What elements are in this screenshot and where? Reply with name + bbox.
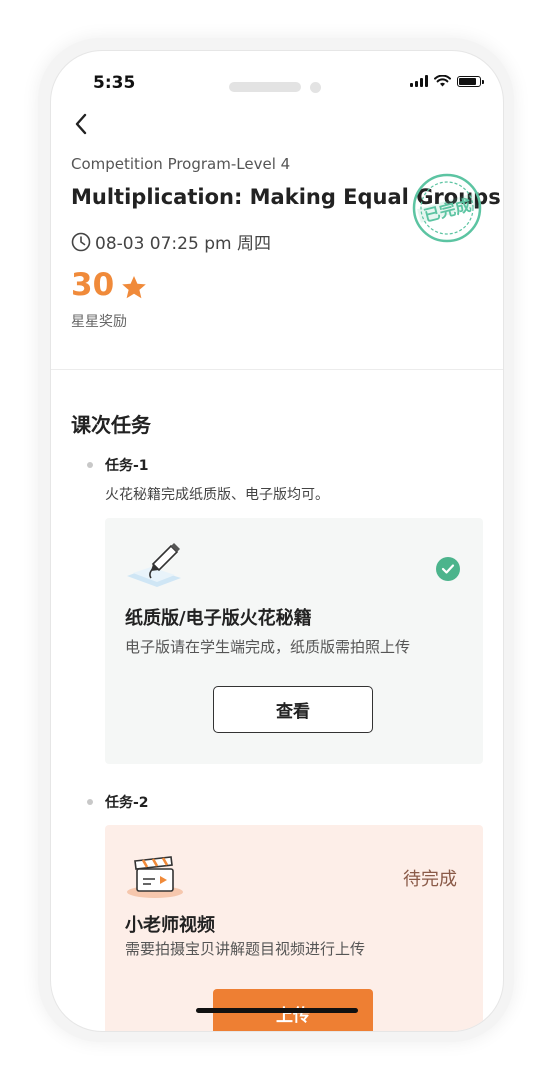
task-1-description: 火花秘籍完成纸质版、电子版均可。 [105,487,329,503]
stamp-text: 已完成 [422,195,473,225]
status-icons [410,75,484,87]
pencil-paper-icon [127,543,181,587]
task-1-name: 任务-1 [105,458,149,474]
star-reward-label: 星星奖励 [71,314,127,330]
task-1-card: 纸质版/电子版火花秘籍 电子版请在学生端完成，纸质版需拍照上传 查看 [105,518,483,764]
datetime-text: 08-03 07:25 pm 周四 [95,234,271,254]
view-button[interactable]: 查看 [213,686,373,733]
back-arrow-icon [75,113,87,135]
task-2-status: 待完成 [403,869,457,890]
task-1-card-title: 纸质版/电子版火花秘籍 [125,608,312,629]
completed-stamp: 已完成 [411,172,483,248]
lesson-datetime: 08-03 07:25 pm 周四 [71,229,271,254]
video-clapper-icon [127,856,183,898]
check-icon [436,557,460,581]
star-count: 30 [71,267,115,303]
task-2-card-title: 小老师视频 [125,915,215,936]
task-2-name: 任务-2 [105,795,149,811]
wifi-icon [434,75,451,87]
signal-icon [410,75,428,87]
bullet-icon [87,799,93,805]
task-1-card-subtitle: 电子版请在学生端完成，纸质版需拍照上传 [125,638,411,656]
camera-dot [310,82,321,93]
task-1-heading: 任务-1 [87,455,149,475]
divider [51,369,503,370]
status-time: 5:35 [93,73,136,93]
section-title: 课次任务 [71,413,151,437]
task-2-heading: 任务-2 [87,792,149,812]
task-2-card: 待完成 小老师视频 需要拍摄宝贝讲解题目视频进行上传 上传 [105,825,483,1031]
star-icon [122,276,146,299]
bullet-icon [87,462,93,468]
phone-frame: 5:35 Competition Program-Level 4 Multipl… [38,38,514,1042]
clock-icon [71,232,91,251]
home-indicator [196,1008,358,1013]
back-button[interactable] [69,111,93,137]
dynamic-island [229,82,301,92]
battery-icon [457,76,484,87]
app-screen: 5:35 Competition Program-Level 4 Multipl… [50,50,504,1032]
program-level: Competition Program-Level 4 [71,155,291,173]
task-2-card-subtitle: 需要拍摄宝贝讲解题目视频进行上传 [125,940,366,958]
